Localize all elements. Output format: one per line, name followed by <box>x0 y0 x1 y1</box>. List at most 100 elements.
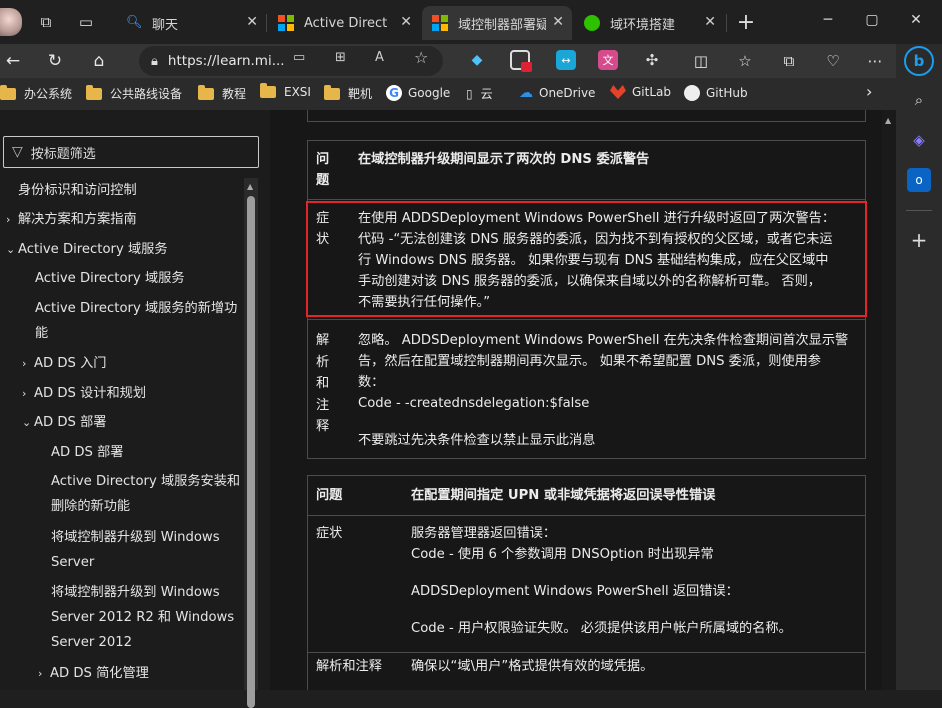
content-scrollbar[interactable]: ▲ <box>882 110 896 690</box>
folder-icon <box>198 84 214 100</box>
new-tab-button[interactable]: + <box>734 10 758 35</box>
favorite-label: EXSI <box>284 85 311 99</box>
window-close-icon[interactable]: ✕ <box>906 12 926 28</box>
toc-item[interactable]: ⌄ Active Directory 域服务 <box>6 237 168 262</box>
scroll-up-icon[interactable]: ▲ <box>885 116 891 125</box>
toc-label: Active Directory 域服务安装和 <box>51 474 241 489</box>
favorite-folder[interactable]: 教程 <box>198 84 246 102</box>
table-row <box>308 652 865 653</box>
performance-icon[interactable]: ♡ <box>820 48 846 74</box>
filter-icon: ▽ <box>12 144 23 160</box>
add-sidebar-app-icon[interactable]: + <box>907 228 931 252</box>
toc-item[interactable]: › AD DS 设计和规划 <box>22 381 146 406</box>
chevron-right-icon: › <box>22 387 27 400</box>
symptom-label: 症状 <box>316 526 343 541</box>
collections-icon[interactable]: ⧉ <box>776 48 802 74</box>
folder-icon <box>260 83 276 98</box>
toc-label: Active Directory 域服务 <box>18 242 168 257</box>
toc-item[interactable]: 将域控制器升级到 Windows Server 2012 R2 和 Windows… <box>51 580 234 655</box>
tab-chat[interactable]: 🔍︎ 聊天 ✕ <box>116 6 266 40</box>
toc-label: AD DS 部署 <box>34 415 107 430</box>
toc-label: Active Directory 域服务的新增功 <box>35 301 238 316</box>
issue-table-upn-credentials: 问题 在配置期间指定 UPN 或非域凭据将返回误导性错误 症状 服务器管理器返回… <box>307 475 866 690</box>
copilot-icon[interactable]: ◈ <box>907 128 931 152</box>
tab-active-directory[interactable]: Active Directory ✕ <box>268 6 420 40</box>
extensions-puzzle-icon[interactable]: ✣ <box>642 50 662 70</box>
toc-item[interactable]: Active Directory 域服务 <box>35 266 185 291</box>
favorite-link[interactable]: GitLab <box>610 85 671 99</box>
toc-scrollbar[interactable]: ▲ <box>244 178 258 708</box>
favorite-folder[interactable]: 公共路线设备 <box>86 84 182 102</box>
maximize-icon[interactable]: ▢ <box>862 12 882 28</box>
outlook-icon[interactable]: o <box>907 168 931 192</box>
favorite-folder[interactable]: 靶机 <box>324 84 372 102</box>
article-content: 问题 在域控制器升级期间显示了两次的 DNS 委派警告 症状 在使用 ADDSD… <box>270 110 896 690</box>
search-icon[interactable]: ⌕ <box>907 88 931 112</box>
symptom-text: Code - 用户权限验证失败。 必须提供该用户帐户所属域的名称。 <box>411 621 792 636</box>
favorite-link[interactable]: G Google <box>386 85 450 101</box>
close-icon[interactable]: ✕ <box>704 14 716 30</box>
toc-label: AD DS 简化管理 <box>50 666 149 681</box>
favorite-label: OneDrive <box>539 86 596 100</box>
header-col1: 问题 <box>316 488 343 503</box>
toc-label: Active Directory 域服务 <box>35 271 185 286</box>
toc-item[interactable]: 将域控制器升级到 Windows Server <box>51 525 220 575</box>
translate-extension-icon[interactable]: ↔ <box>556 50 576 70</box>
symptom-text: Code - 使用 6 个参数调用 DNSOption 时出现异常 <box>411 547 714 562</box>
table-row <box>308 515 865 516</box>
toc-item[interactable]: › AD DS 入门 <box>22 351 106 376</box>
favorite-label: 云 <box>480 87 493 101</box>
pink-extension-icon[interactable]: 文 <box>598 50 618 70</box>
home-button[interactable]: ⌂ <box>86 48 112 74</box>
refresh-button[interactable]: ↻ <box>42 48 68 74</box>
split-screen-icon[interactable]: ◫ <box>688 48 714 74</box>
previous-table-bottom <box>307 110 866 122</box>
chevron-right-icon: › <box>38 667 43 680</box>
favorites-list-icon[interactable]: ☆ <box>732 48 758 74</box>
edge-sidebar: b ⌕ ◈ o + <box>896 44 942 690</box>
back-button[interactable]: ← <box>0 48 26 74</box>
profile-avatar[interactable] <box>0 8 22 36</box>
favorite-link[interactable]: ▯ 云 <box>466 85 493 102</box>
apps-icon[interactable]: ⊞ <box>335 50 346 65</box>
cast-icon[interactable]: ▭ <box>293 50 305 65</box>
toc-label: Server <box>51 555 95 570</box>
scroll-up-icon[interactable]: ▲ <box>247 182 253 191</box>
toc-item[interactable]: › AD DS 简化管理 <box>38 661 149 686</box>
toc-item[interactable]: AD DS 部署 <box>51 440 123 465</box>
scrollbar-thumb[interactable] <box>247 196 255 708</box>
browser-toolbar: ← ↻ ⌂ 🔒︎ https://learn.mi... ▭ ⊞ A ☆ ◆ ↔… <box>0 44 942 78</box>
bing-copilot-icon[interactable]: b <box>904 46 934 76</box>
favorite-link[interactable]: ☁ OneDrive <box>519 85 595 101</box>
notification-badge <box>521 62 532 72</box>
search-icon: 🔍︎ <box>126 15 143 30</box>
favorite-link[interactable]: GitHub <box>684 85 748 101</box>
toc-item[interactable]: Active Directory 域服务安装和 删除的新功能 <box>51 469 240 519</box>
toc-item[interactable]: › 解决方案和方案指南 <box>6 207 137 232</box>
read-aloud-icon[interactable]: A <box>375 50 384 65</box>
favorite-folder[interactable]: 办公系统 <box>0 84 72 102</box>
header-col1: 问题 <box>316 152 330 188</box>
more-favorites-chevron-icon[interactable]: › <box>866 82 872 101</box>
more-menu-icon[interactable]: ⋯ <box>862 48 888 74</box>
favorite-folder[interactable]: EXSI <box>260 83 311 99</box>
address-bar[interactable]: 🔒︎ https://learn.mi... <box>139 46 443 76</box>
close-icon[interactable]: ✕ <box>552 14 564 30</box>
tab-dc-deployment[interactable]: 域控制器部署疑 ✕ <box>422 6 572 40</box>
toc-filter-input[interactable]: ▽ 按标题筛选 <box>3 136 259 168</box>
diamond-extension-icon[interactable]: ◆ <box>467 50 487 70</box>
minimize-icon[interactable]: ─ <box>818 12 838 28</box>
toc-item[interactable]: Active Directory 域服务的新增功能 <box>35 296 237 346</box>
close-icon[interactable]: ✕ <box>400 14 412 30</box>
resolution-note: 不要跳过先决条件检查以禁止显示此消息 <box>358 433 596 448</box>
toc-label: Server 2012 <box>51 635 132 650</box>
tab-actions-icon[interactable]: ▭ <box>74 10 98 34</box>
toc-item[interactable]: 身份标识和访问控制 <box>18 178 137 203</box>
toc-item[interactable]: ⌄ AD DS 部署 <box>22 410 106 435</box>
tab-domain-setup[interactable]: 域环境搭建 ✕ <box>574 6 724 40</box>
favorite-star-icon[interactable]: ☆ <box>414 48 428 67</box>
close-icon[interactable]: ✕ <box>246 14 258 30</box>
workspaces-icon[interactable]: ⧉ <box>34 10 58 34</box>
gitlab-icon <box>610 85 626 99</box>
screenshot-extension-icon[interactable] <box>510 50 532 72</box>
